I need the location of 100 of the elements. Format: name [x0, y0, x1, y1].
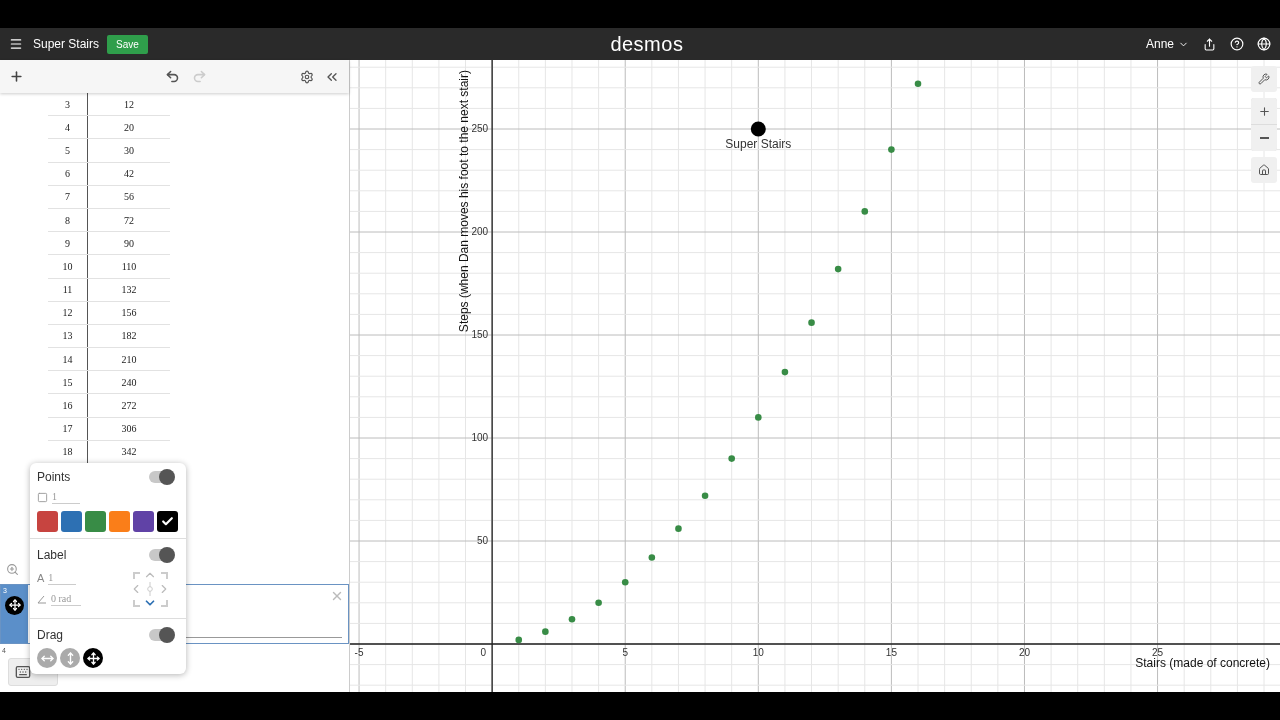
- x-tick-label: 15: [885, 647, 897, 658]
- color-swatch[interactable]: [109, 511, 130, 532]
- table-cell: 14: [48, 348, 88, 371]
- table-cell: 8: [48, 208, 88, 232]
- table-cell: 9: [48, 232, 88, 255]
- table-cell-text: 342: [120, 445, 138, 460]
- points-label: Points: [37, 469, 71, 486]
- color-swatch[interactable]: [133, 511, 154, 532]
- point-size-field[interactable]: 1: [52, 491, 80, 504]
- label-anchor-icon: [147, 582, 153, 596]
- toggle-switch[interactable]: [149, 629, 173, 641]
- y-tick-label: 250: [471, 123, 489, 134]
- table-cell-text: 132: [120, 283, 138, 298]
- data-point: [861, 208, 869, 215]
- table-cell-text: 306: [120, 422, 138, 437]
- y-axis-label: Steps (when Dan moves his foot to the next stair): [457, 70, 472, 333]
- zoom-fit-icon[interactable]: [6, 562, 19, 576]
- x-tick-label: 0: [480, 647, 487, 658]
- data-point: [755, 414, 762, 421]
- wrench-icon: [1258, 73, 1270, 85]
- y-tick-label: 150: [471, 329, 489, 340]
- table-cell-text: 90: [123, 236, 135, 251]
- table-cell-text: 12: [123, 97, 135, 112]
- movable-point[interactable]: [750, 121, 766, 137]
- minus-icon: [1259, 137, 1269, 139]
- label-angle-field[interactable]: 0 rad: [51, 592, 81, 606]
- y-tick-label: 200: [471, 226, 489, 237]
- table-cell: 7: [48, 185, 88, 208]
- table-cell: 12: [48, 301, 88, 324]
- y-tick-label: 50: [477, 535, 489, 546]
- table-cell-text: 182: [120, 329, 138, 344]
- y-tick-label: 100: [471, 432, 489, 443]
- home-button[interactable]: [1251, 157, 1277, 183]
- plus-icon: [1257, 104, 1271, 118]
- label-heading: Label: [37, 547, 67, 564]
- x-tick-label: 5: [622, 647, 628, 658]
- x-tick-label: 25: [1152, 647, 1164, 658]
- color-swatch[interactable]: [157, 511, 178, 532]
- color-swatch[interactable]: [61, 511, 82, 532]
- table-cell-text: 72: [123, 213, 135, 228]
- share-icon[interactable]: [1203, 37, 1216, 51]
- graph-settings-button[interactable]: [1251, 66, 1277, 92]
- color-swatch[interactable]: [37, 511, 58, 532]
- drag-both-button[interactable]: [83, 648, 103, 668]
- table-cell-text: 240: [120, 375, 138, 390]
- table-cell-text: 210: [120, 352, 138, 367]
- label-size-icon: A: [37, 570, 45, 587]
- color-swatch[interactable]: [85, 511, 106, 532]
- keyboard-icon: [15, 664, 31, 680]
- angle-icon: [37, 594, 47, 604]
- user-menu[interactable]: Anne: [1145, 35, 1189, 53]
- table-cell-text: 110: [120, 259, 138, 274]
- table-cell-text: 156: [120, 306, 138, 321]
- menu-icon[interactable]: [9, 37, 23, 51]
- check-icon: [161, 515, 174, 528]
- data-point: [728, 455, 735, 462]
- point-size-icon: [37, 492, 48, 503]
- drag-horizontal-button[interactable]: [37, 648, 57, 668]
- data-point: [701, 492, 709, 499]
- home-icon: [1258, 164, 1270, 176]
- save-button[interactable]: Save: [107, 34, 148, 54]
- toggle-switch[interactable]: [149, 549, 173, 561]
- table-cell-text: 56: [123, 190, 135, 205]
- data-point: [675, 525, 682, 532]
- table-cell: 17: [48, 417, 88, 440]
- add-icon[interactable]: [9, 69, 24, 84]
- x-axis-label: Stairs (made of concrete): [1135, 656, 1270, 670]
- undo-icon[interactable]: [165, 69, 180, 84]
- table-cell: 15: [48, 371, 88, 394]
- table-cell: 4: [48, 116, 88, 139]
- graph-title[interactable]: Super Stairs: [33, 35, 100, 53]
- table-cell: 16: [48, 394, 88, 417]
- table-cell: 10: [48, 255, 88, 278]
- label-size-field[interactable]: 1: [48, 571, 77, 585]
- settings-icon[interactable]: [300, 69, 314, 84]
- toggle-switch[interactable]: [149, 471, 173, 483]
- drag-both-icon: [86, 651, 100, 665]
- data-point: [888, 146, 895, 153]
- zoom-in-button[interactable]: [1251, 98, 1277, 124]
- data-point: [808, 319, 815, 326]
- point-label: Super Stairs: [725, 137, 792, 151]
- x-tick-label: -5: [354, 647, 364, 658]
- drag-label: Drag: [37, 627, 63, 644]
- zoom-out-button[interactable]: [1251, 125, 1277, 151]
- data-point: [781, 368, 789, 376]
- table-cell: 5: [48, 139, 88, 162]
- data-point: [914, 80, 922, 87]
- drag-point-icon[interactable]: [5, 595, 24, 615]
- language-icon[interactable]: [1257, 37, 1271, 51]
- table-cell: 13: [48, 324, 88, 348]
- data-point: [542, 628, 549, 635]
- table-cell: 11: [48, 278, 88, 301]
- table-cell-text: 20: [123, 120, 135, 135]
- table-cell-text: 30: [123, 143, 135, 158]
- desmos-logo: desmos: [610, 32, 684, 57]
- table-cell-text: 272: [120, 399, 138, 414]
- help-icon[interactable]: [1230, 37, 1244, 51]
- table-cell-text: 42: [123, 167, 135, 182]
- table-cell: 3: [48, 93, 88, 116]
- data-point: [621, 578, 629, 586]
